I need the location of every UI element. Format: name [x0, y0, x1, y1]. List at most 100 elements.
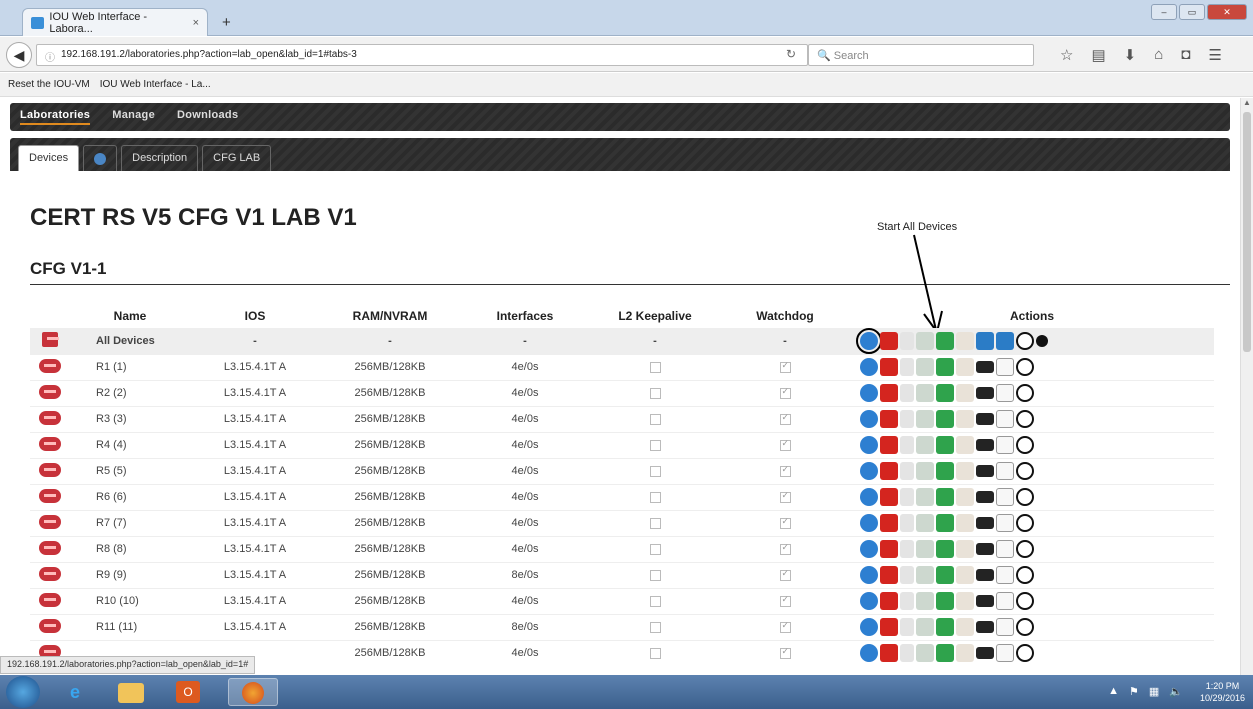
device-name[interactable]: R4 (4)	[70, 431, 190, 458]
import-icon[interactable]	[996, 332, 1014, 350]
console-icon[interactable]	[976, 621, 994, 633]
flag-icon[interactable]: ⚑	[1129, 685, 1139, 698]
watchdog-checkbox[interactable]	[779, 516, 791, 529]
watchdog-checkbox[interactable]	[779, 386, 791, 399]
log-icon[interactable]	[996, 618, 1014, 636]
bookmark-star-icon[interactable]: ☆	[1060, 46, 1073, 64]
device-name[interactable]: R10 (10)	[70, 587, 190, 614]
reset-icon[interactable]	[1016, 332, 1034, 350]
device-name[interactable]: R5 (5)	[70, 457, 190, 484]
telnet-icon[interactable]	[900, 514, 914, 532]
telnet-icon[interactable]	[900, 644, 914, 663]
new-tab-button[interactable]: +	[222, 14, 231, 31]
console-icon[interactable]	[976, 517, 994, 529]
save-icon[interactable]	[936, 514, 954, 532]
keepalive-checkbox[interactable]	[649, 569, 661, 581]
watchdog-checkbox[interactable]	[779, 646, 791, 659]
nav-manage[interactable]: Manage	[112, 109, 155, 125]
save-icon[interactable]	[936, 332, 954, 350]
keepalive-checkbox[interactable]	[649, 595, 661, 607]
watchdog-checkbox[interactable]	[779, 542, 791, 555]
telnet-icon[interactable]	[900, 488, 914, 506]
device-name[interactable]: R6 (6)	[70, 483, 190, 510]
config-icon[interactable]	[916, 384, 934, 402]
save-icon[interactable]	[936, 410, 954, 428]
network-icon[interactable]: ▦	[1149, 685, 1159, 698]
clock[interactable]: 1:20 PM 10/29/2016	[1200, 680, 1245, 704]
save-icon[interactable]	[936, 384, 954, 402]
stop-icon[interactable]	[880, 384, 898, 402]
log-icon[interactable]	[996, 436, 1014, 454]
start-icon[interactable]	[860, 644, 878, 663]
device-name[interactable]: R11 (11)	[70, 613, 190, 640]
watchdog-checkbox[interactable]	[779, 412, 791, 425]
device-name[interactable]: R2 (2)	[70, 379, 190, 406]
office-icon[interactable]: O	[176, 681, 200, 703]
telnet-icon[interactable]	[900, 332, 914, 350]
reset-icon[interactable]	[1016, 436, 1034, 454]
stop-icon[interactable]	[880, 488, 898, 506]
tab-cfg-lab[interactable]: CFG LAB	[202, 145, 272, 171]
download-icon[interactable]: ⬇	[1124, 46, 1137, 64]
wipe-icon[interactable]	[956, 592, 974, 610]
keepalive-checkbox[interactable]	[649, 517, 661, 529]
log-icon[interactable]	[996, 592, 1014, 610]
start-icon[interactable]	[860, 592, 878, 610]
device-name[interactable]: R9 (9)	[70, 561, 190, 588]
start-all-icon[interactable]	[856, 328, 882, 354]
url-bar[interactable]: ⓘ 192.168.191.2/laboratories.php?action=…	[36, 44, 808, 66]
device-name[interactable]: R3 (3)	[70, 405, 190, 432]
wipe-icon[interactable]	[956, 384, 974, 402]
reading-list-icon[interactable]: ▤	[1091, 46, 1105, 64]
save-icon[interactable]	[936, 592, 954, 610]
console-icon[interactable]	[976, 647, 994, 660]
maximize-button[interactable]: ▭	[1179, 4, 1205, 20]
save-icon[interactable]	[936, 488, 954, 506]
telnet-icon[interactable]	[900, 592, 914, 610]
reset-icon[interactable]	[1016, 410, 1034, 428]
telnet-icon[interactable]	[900, 540, 914, 558]
save-icon[interactable]	[936, 436, 954, 454]
tray-arrow-icon[interactable]: ▲	[1108, 685, 1119, 698]
reset-icon[interactable]	[1016, 540, 1034, 558]
pocket-icon[interactable]: ◘	[1181, 46, 1190, 64]
bookmark-iou-web[interactable]: IOU Web Interface - La...	[100, 79, 211, 90]
stop-icon[interactable]	[880, 462, 898, 480]
console-icon[interactable]	[976, 387, 994, 399]
start-icon[interactable]	[860, 618, 878, 636]
console-icon[interactable]	[976, 439, 994, 451]
stop-icon[interactable]	[880, 618, 898, 636]
telnet-icon[interactable]	[900, 462, 914, 480]
wipe-icon[interactable]	[956, 436, 974, 454]
wipe-icon[interactable]	[956, 410, 974, 428]
page-scrollbar[interactable]: ▲ ▼	[1240, 98, 1253, 684]
reset-icon[interactable]	[1016, 566, 1034, 584]
config-icon[interactable]	[916, 436, 934, 454]
stop-all-icon[interactable]	[880, 332, 898, 350]
start-button-icon[interactable]	[6, 676, 40, 708]
reset-icon[interactable]	[1016, 488, 1034, 506]
stop-icon[interactable]	[880, 644, 898, 663]
wipe-icon[interactable]	[956, 618, 974, 636]
config-icon[interactable]	[916, 618, 934, 636]
volume-icon[interactable]: 🔈	[1169, 685, 1183, 698]
device-name[interactable]: R7 (7)	[70, 509, 190, 536]
stop-icon[interactable]	[880, 566, 898, 584]
log-icon[interactable]	[996, 644, 1014, 663]
stop-icon[interactable]	[880, 410, 898, 428]
device-name[interactable]: R8 (8)	[70, 535, 190, 562]
info-icon[interactable]: ⓘ	[45, 49, 55, 64]
save-icon[interactable]	[936, 644, 954, 663]
console-icon[interactable]	[976, 361, 994, 373]
file-explorer-icon[interactable]	[118, 683, 144, 703]
console-icon[interactable]	[976, 543, 994, 555]
nav-laboratories[interactable]: Laboratories	[20, 109, 91, 125]
telnet-icon[interactable]	[900, 618, 914, 636]
firefox-taskbar-button[interactable]	[228, 678, 278, 706]
stop-icon[interactable]	[880, 514, 898, 532]
tab-close-icon[interactable]: ×	[193, 17, 199, 29]
config-icon[interactable]	[916, 540, 934, 558]
tab-description[interactable]: Description	[121, 145, 199, 171]
log-icon[interactable]	[996, 566, 1014, 584]
keepalive-checkbox[interactable]	[649, 387, 661, 399]
